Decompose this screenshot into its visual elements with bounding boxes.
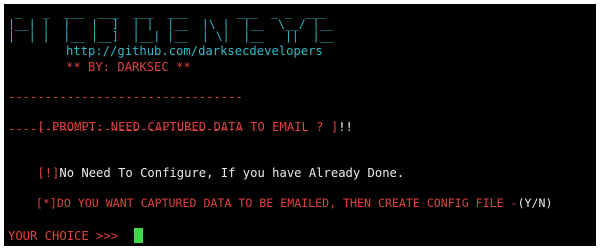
banner-url: http://github.com/darksecdevelopers	[66, 44, 323, 58]
banner-credit: ** BY: DARKSEC **	[66, 60, 191, 74]
prompt-rule-bottom: --------------------------------	[8, 122, 243, 136]
banner-art-line-3: | | | |__ |__] |__| |__ | \| |__ || |__	[8, 29, 334, 43]
choice-prompt-label: YOUR CHOICE >>>	[8, 229, 126, 243]
prompt-exclaim: !!	[338, 120, 353, 134]
question-line: [*]DO YOU WANT CAPTURED DATA TO BE EMAIL…	[8, 182, 553, 224]
prompt-rule-top: --------------------------------	[8, 90, 243, 104]
info-tag: [!]	[37, 166, 60, 180]
question-options: (Y/N)	[517, 196, 553, 210]
question-tag: [*]	[35, 196, 57, 210]
question-text: DO YOU WANT CAPTURED DATA TO BE EMAILED,…	[56, 196, 518, 210]
terminal-cursor[interactable]	[134, 228, 143, 243]
info-text: No Need To Configure, If you have Alread…	[59, 166, 405, 180]
terminal-window[interactable]: _ _ ___ ___ ___ ___ ___ _ _ ___ |__| | |…	[4, 4, 596, 246]
